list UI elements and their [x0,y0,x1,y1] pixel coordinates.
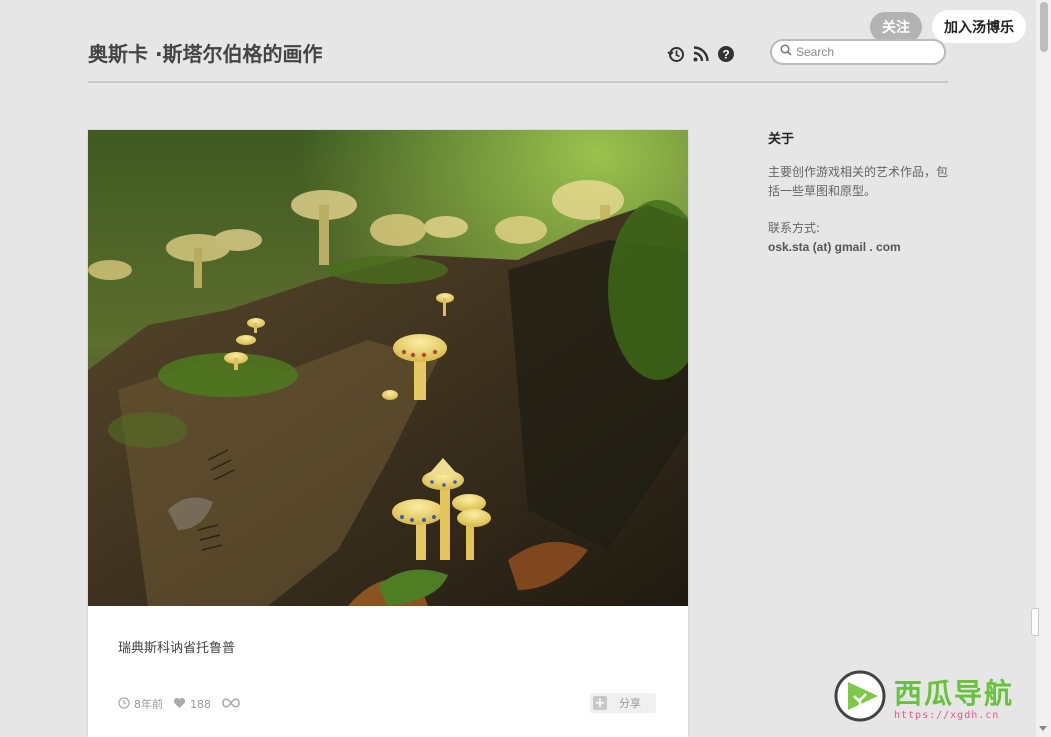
search-icon [780,43,792,61]
header-divider [88,81,948,83]
help-icon[interactable]: ? [716,44,735,63]
post-caption: 瑞典斯科讷省托鲁普 [118,641,236,656]
svg-text:?: ? [722,47,729,61]
watermark-text: 西瓜导航 [894,677,1015,710]
search-input[interactable] [796,45,936,59]
post-photo[interactable] [88,130,688,606]
follow-button[interactable]: 关注 [870,12,922,42]
heart-icon [173,697,186,712]
post-card: 瑞典斯科讷省托鲁普 8年前 188 + 分享 [88,130,688,737]
scrollbar-thumb[interactable] [1040,2,1048,52]
share-label: 分享 [619,697,641,710]
rss-icon[interactable] [691,44,710,63]
likes-count: 188 [190,697,211,711]
about-heading: 关于 [768,132,795,147]
blog-title[interactable]: 奥斯卡 ·斯塔尔伯格的画作 [88,38,323,67]
clock-icon [118,696,130,712]
watermark: 西瓜导航 https://xgdh.cn [834,670,1034,724]
history-icon[interactable] [666,44,685,63]
contact-email: osk.sta (at) gmail . com [768,240,901,254]
header-icons: ? [666,44,735,63]
plus-icon: + [593,695,607,711]
watermelon-logo-icon [834,670,886,722]
join-tumblr-button[interactable]: 加入汤博乐 [932,10,1026,43]
watermark-url: https://xgdh.cn [894,710,1000,721]
contact-label: 联系方式: [768,221,821,235]
post-time[interactable]: 8年前 [118,696,163,712]
post-meta: 8年前 188 [118,696,251,712]
share-button[interactable]: + 分享 [590,693,656,713]
scroll-down-arrow-icon[interactable] [1039,726,1047,731]
about-description: 主要创作游戏相关的艺术作品，包括一些草图和原型。 [768,165,949,198]
time-ago-text: 8年前 [134,698,163,711]
reblog-link[interactable] [221,697,241,712]
post-likes[interactable]: 188 [173,697,211,712]
side-tab[interactable] [1031,608,1039,636]
reblog-icon [221,697,241,712]
sidebar-about: 关于 主要创作游戏相关的艺术作品，包括一些草图和原型。 联系方式: osk.st… [768,128,958,257]
search-box[interactable] [770,39,946,65]
